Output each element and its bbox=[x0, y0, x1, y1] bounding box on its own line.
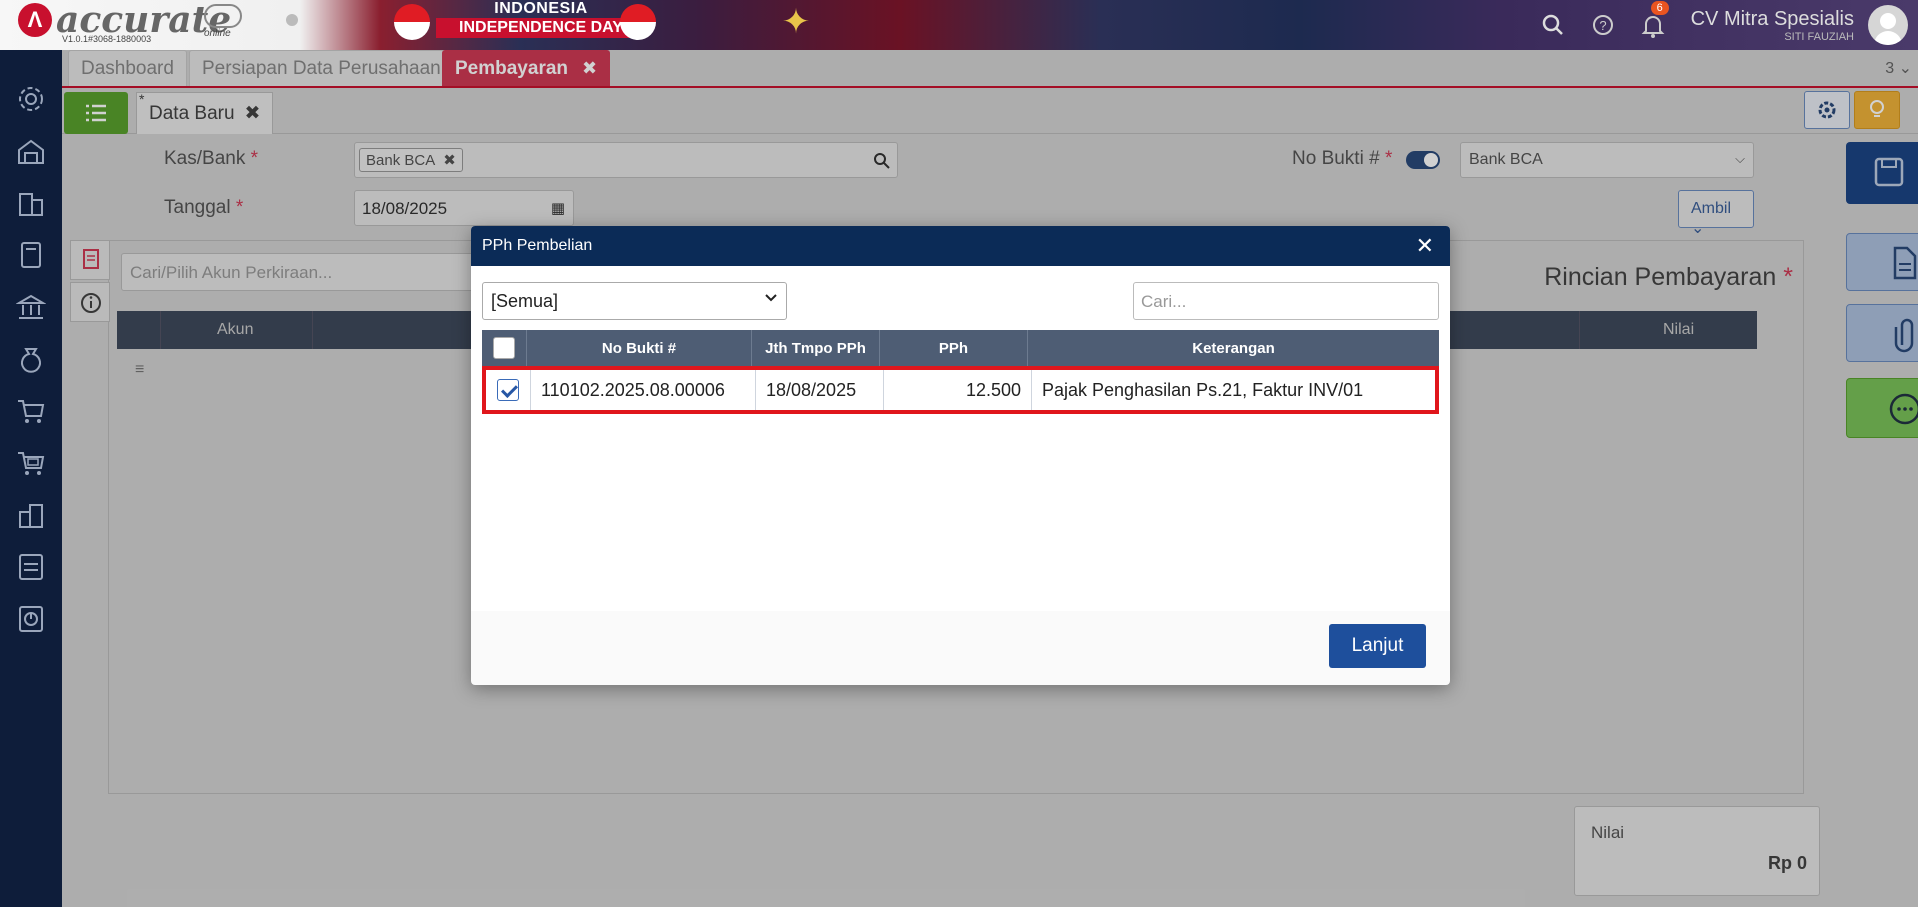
col-pph[interactable]: PPh bbox=[880, 330, 1028, 366]
notification-bell-icon[interactable]: 6 bbox=[1641, 1, 1669, 38]
warehouse-icon[interactable] bbox=[16, 136, 46, 166]
pph-table: No Bukti # Jth Tmpo PPh PPh Keterangan 1… bbox=[482, 330, 1439, 414]
pph-pembelian-dialog: PPh Pembelian ✕ [Semua] Cari... No Bukti… bbox=[471, 226, 1450, 685]
chevron-down-icon bbox=[765, 294, 777, 302]
select-all-cell bbox=[482, 330, 527, 366]
money-bag-icon[interactable] bbox=[16, 344, 46, 374]
close-icon[interactable]: ✕ bbox=[1416, 233, 1434, 259]
table-header: No Bukti # Jth Tmpo PPh PPh Keterangan bbox=[482, 330, 1439, 366]
app-header: Λ accurate online V1.0.1#3068-1880003 IN… bbox=[0, 0, 1918, 50]
user-name: SITI FAUZIAH bbox=[1784, 30, 1854, 43]
company-building-icon[interactable] bbox=[16, 188, 46, 218]
select-all-checkbox[interactable] bbox=[493, 337, 515, 359]
avatar[interactable] bbox=[1868, 5, 1908, 45]
search-icon[interactable] bbox=[1541, 13, 1565, 37]
notification-badge: 6 bbox=[1650, 1, 1669, 15]
company-info[interactable]: CV Mitra Spesialis SITI FAUZIAH bbox=[1691, 8, 1854, 43]
help-icon[interactable]: ? bbox=[1591, 13, 1615, 37]
accurate-logo-icon: Λ bbox=[18, 3, 52, 37]
cell-jth-tempo: 18/08/2025 bbox=[756, 370, 884, 410]
company-name: CV Mitra Spesialis bbox=[1690, 7, 1854, 30]
ledger-book-icon[interactable] bbox=[16, 240, 46, 270]
dialog-header: PPh Pembelian ✕ bbox=[471, 226, 1450, 266]
dialog-body: [Semua] Cari... No Bukti # Jth Tmpo PPh … bbox=[471, 266, 1450, 611]
report-chart-icon[interactable] bbox=[16, 604, 46, 634]
cell-keterangan: Pajak Penghasilan Ps.21, Faktur INV/01 bbox=[1042, 379, 1364, 400]
purchase-cart-icon[interactable] bbox=[16, 448, 46, 478]
accurate-logo[interactable]: Λ accurate bbox=[18, 2, 231, 38]
bank-icon[interactable] bbox=[15, 292, 47, 322]
cell-no-bukti: 110102.2025.08.00006 bbox=[531, 370, 756, 410]
svg-text:?: ? bbox=[1599, 18, 1606, 33]
garuda-emblem-icon: ✦ bbox=[781, 3, 811, 41]
banner-line1: INDONESIA bbox=[494, 0, 588, 17]
shopping-cart-icon[interactable] bbox=[16, 396, 46, 426]
sidebar bbox=[0, 50, 62, 907]
col-jth-tmpo-pph[interactable]: Jth Tmpo PPh bbox=[752, 330, 880, 366]
banner-line2: INDEPENDENCE DAY bbox=[436, 18, 646, 38]
tax-icon[interactable] bbox=[16, 552, 46, 582]
dialog-title: PPh Pembelian bbox=[482, 237, 593, 254]
row-checkbox[interactable] bbox=[497, 379, 519, 401]
col-no-bukti[interactable]: No Bukti # bbox=[527, 330, 752, 366]
flag-icon bbox=[394, 4, 430, 40]
search-input[interactable]: Cari... bbox=[1133, 282, 1439, 320]
col-keterangan[interactable]: Keterangan bbox=[1028, 330, 1439, 366]
inventory-icon[interactable] bbox=[16, 500, 46, 530]
search-placeholder: Cari... bbox=[1141, 292, 1187, 311]
cell-pph: 12.500 bbox=[884, 370, 1032, 410]
settings-gear-icon[interactable] bbox=[16, 84, 46, 114]
version-label: V1.0.1#3068-1880003 bbox=[62, 34, 152, 44]
filter-select-value: [Semua] bbox=[491, 291, 559, 311]
status-dot-icon bbox=[286, 14, 298, 26]
row-select-cell bbox=[486, 370, 531, 410]
table-row[interactable]: 110102.2025.08.00006 18/08/2025 12.500 P… bbox=[482, 366, 1439, 414]
filter-select[interactable]: [Semua] bbox=[482, 282, 787, 320]
flag-icon bbox=[620, 4, 656, 40]
brand-sub: online bbox=[204, 28, 231, 39]
lanjut-button[interactable]: Lanjut bbox=[1329, 624, 1426, 668]
cloud-icon bbox=[204, 4, 242, 28]
independence-banner: INDONESIA INDEPENDENCE DAY bbox=[436, 0, 646, 40]
